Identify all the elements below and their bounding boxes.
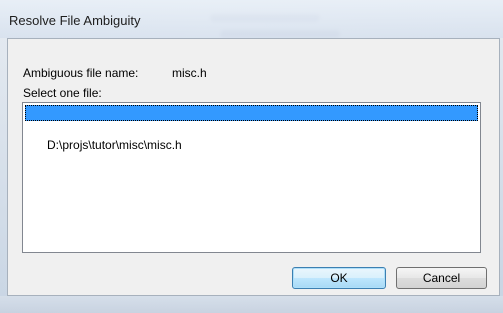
ok-button[interactable]: OK xyxy=(292,267,386,289)
cancel-button[interactable]: Cancel xyxy=(396,267,487,289)
resolve-file-ambiguity-dialog: Resolve File Ambiguity Ambiguous file na… xyxy=(0,0,503,313)
ambiguous-file-value: misc.h xyxy=(172,66,207,80)
ok-button-label: OK xyxy=(330,271,348,285)
list-item[interactable]: D:\projs\tutor\misc.h xyxy=(25,105,478,136)
window-frame-bottom xyxy=(0,296,503,313)
list-item-label: D:\projs\tutor\misc\misc.h xyxy=(47,138,182,152)
title-bar[interactable]: Resolve File Ambiguity xyxy=(0,0,503,38)
select-file-label: Select one file: xyxy=(23,86,102,100)
list-item[interactable]: D:\projs\tutor\misc\misc.h xyxy=(25,121,478,152)
cancel-button-label: Cancel xyxy=(422,271,461,285)
ambiguous-file-label: Ambiguous file name: xyxy=(23,66,139,80)
dialog-title: Resolve File Ambiguity xyxy=(9,13,141,28)
file-listbox[interactable]: D:\projs\tutor\misc.h D:\projs\tutor\mis… xyxy=(22,102,481,253)
